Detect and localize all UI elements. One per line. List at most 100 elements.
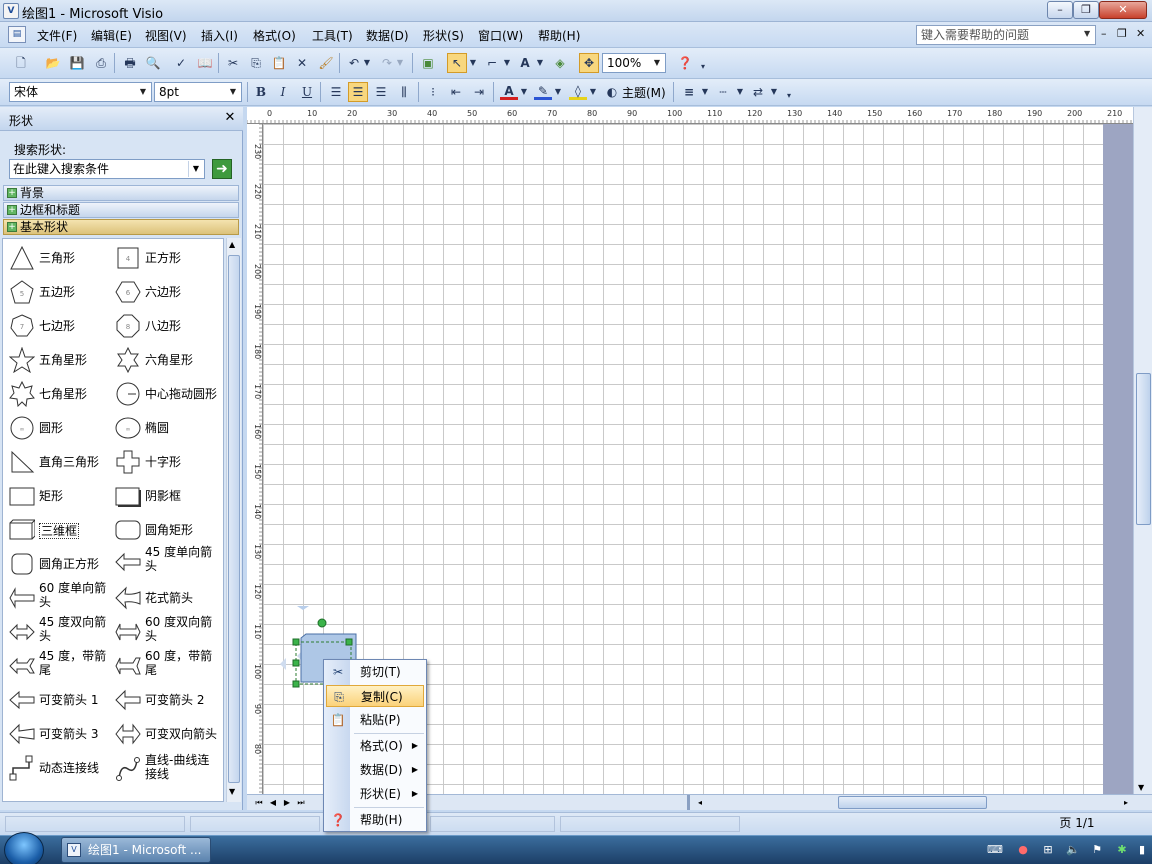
resize-handle[interactable] (297, 606, 309, 610)
shape-arrow-60-single[interactable]: 60 度单向箭头 (9, 581, 109, 613)
menu-file[interactable]: 文件(F) (37, 27, 77, 44)
shape-star5[interactable]: 五角星形 (9, 347, 109, 375)
close-icon[interactable]: ✕ (222, 110, 238, 126)
menu-item-copy[interactable]: ⎘ 复制(C) (326, 685, 424, 707)
doc-close-button[interactable]: ✕ (1136, 27, 1145, 40)
bold-button[interactable]: B (252, 83, 270, 101)
chevron-down-icon[interactable]: ▼ (468, 54, 478, 72)
theme-icon[interactable]: ◐ (603, 83, 621, 101)
text-tool-icon[interactable]: A (516, 54, 534, 72)
keyboard-icon[interactable]: ⌨ (987, 843, 1003, 857)
menu-data[interactable]: 数据(D) (366, 27, 409, 44)
last-page-icon[interactable]: ⏭ (294, 796, 308, 809)
bullets-icon[interactable]: ⁝ (424, 83, 442, 101)
chevron-down-icon[interactable]: ▼ (535, 54, 545, 72)
chevron-down-icon[interactable]: ▼ (188, 161, 203, 177)
shape-arrow-45-double[interactable]: 45 度双向箭头 (9, 615, 109, 647)
horizontal-ruler[interactable]: 0 10 20 30 40 50 60 70 80 90 100 110 120 130 140 150 160… (247, 107, 1152, 124)
close-button[interactable]: ✕ (1099, 1, 1147, 19)
shape-3d-box[interactable]: 三维框 (9, 517, 109, 545)
shape-rounded-rectangle[interactable]: 圆角矩形 (115, 517, 221, 545)
italic-button[interactable]: I (274, 83, 292, 101)
shape-triangle[interactable]: 三角形 (9, 245, 109, 273)
decrease-indent-icon[interactable]: ⇤ (447, 83, 465, 101)
chevron-down-icon[interactable]: ▼ (136, 84, 150, 100)
rotation-handle[interactable] (317, 618, 327, 628)
font-name-combo[interactable]: 宋体 ▼ (9, 82, 152, 102)
delete-icon[interactable]: ✕ (293, 54, 311, 72)
fill-color-icon[interactable]: ◊ (569, 82, 587, 100)
next-page-icon[interactable]: ▶ (280, 796, 294, 809)
shape-rounded-square[interactable]: 圆角正方形 (9, 551, 109, 579)
first-page-icon[interactable]: ⏮ (252, 796, 266, 809)
vertical-ruler[interactable]: 230 220 210 200 190 180 170 160 150 140 130 120 110 1… (247, 124, 263, 794)
shape-octagon[interactable]: 8 八边形 (115, 313, 221, 341)
open-folder-icon[interactable]: 📂 (44, 54, 62, 72)
shape-pentagon[interactable]: 5 五边形 (9, 279, 109, 307)
shape-ellipse[interactable]: ∞ 椭圆 (115, 415, 221, 443)
redo-icon[interactable]: ↷ (378, 54, 396, 72)
shape-star6[interactable]: 六角星形 (115, 347, 221, 375)
permission-icon[interactable]: ⎙ (92, 54, 110, 72)
doc-minimize-button[interactable]: – (1101, 27, 1107, 40)
chevron-down-icon[interactable]: ▼ (650, 55, 664, 71)
security-icon[interactable]: ● (1016, 843, 1030, 857)
shape-right-triangle[interactable]: 直角三角形 (9, 449, 109, 477)
menu-item-paste[interactable]: 📋 粘贴(P) (326, 709, 424, 731)
menu-view[interactable]: 视图(V) (145, 27, 187, 44)
shapes-window-icon[interactable]: ▣ (419, 54, 437, 72)
shape-variable-arrow-1[interactable]: 可变箭头 1 (9, 687, 109, 715)
selection-handle[interactable] (292, 638, 300, 646)
menu-item-format[interactable]: 格式(O) ▶ (326, 735, 424, 757)
shapes-scrollbar[interactable]: ▲ ▼ (226, 238, 241, 802)
chevron-down-icon[interactable]: ▼ (502, 54, 512, 72)
shape-arrow-60-double[interactable]: 60 度双向箭头 (115, 615, 221, 647)
shape-center-circle[interactable]: 中心拖动圆形 (115, 381, 221, 409)
underline-button[interactable]: U (298, 83, 316, 101)
shape-arrow-45-single[interactable]: 45 度单向箭头 (115, 545, 221, 577)
save-icon[interactable]: 💾 (68, 54, 86, 72)
flag-icon[interactable]: ⚑ (1090, 843, 1104, 857)
visio-icon[interactable]: V (3, 3, 19, 19)
scroll-down-icon[interactable]: ▼ (1138, 783, 1144, 792)
menu-tools[interactable]: 工具(T) (312, 27, 353, 44)
shape-shadow-box[interactable]: 阴影框 (115, 483, 221, 511)
research-icon[interactable]: 📖 (196, 54, 214, 72)
stencil-basic-shapes[interactable]: + 基本形状 (3, 219, 239, 235)
shape-rectangle[interactable]: 矩形 (9, 483, 109, 511)
font-size-combo[interactable]: 8pt ▼ (154, 82, 242, 102)
print-preview-icon[interactable]: 🔍 (144, 54, 162, 72)
chevron-down-icon[interactable]: ▼ (553, 83, 563, 101)
align-left-icon[interactable]: ☰ (327, 83, 345, 101)
print-icon[interactable]: 🖶 (121, 54, 139, 72)
shape-arrow-60-tail[interactable]: 60 度，带箭尾 (115, 649, 221, 681)
menu-item-help[interactable]: ❓ 帮助(H) (326, 809, 424, 831)
chevron-down-icon[interactable]: ▼ (362, 54, 372, 72)
chevron-down-icon[interactable]: ▼ (1084, 27, 1094, 41)
increase-indent-icon[interactable]: ⇥ (470, 83, 488, 101)
chevron-down-icon[interactable]: ▼ (735, 83, 745, 101)
shape-heptagon[interactable]: 7 七边形 (9, 313, 109, 341)
windows-start-button[interactable] (4, 832, 44, 864)
scroll-down-icon[interactable]: ▼ (229, 787, 235, 796)
chevron-down-icon[interactable]: ▼ (395, 54, 405, 72)
chevron-down-icon[interactable]: ▼ (769, 83, 779, 101)
chevron-down-icon[interactable]: ▼ (519, 83, 529, 101)
search-shapes-input[interactable]: 在此键入搜索条件 (9, 159, 205, 179)
scroll-left-icon[interactable]: ◂ (693, 796, 707, 809)
menu-item-data[interactable]: 数据(D) ▶ (326, 759, 424, 781)
scroll-up-icon[interactable]: ▲ (229, 240, 235, 249)
stamp-tool-icon[interactable]: ◈ (551, 54, 569, 72)
copy-icon[interactable]: ⎘ (247, 54, 265, 72)
theme-button[interactable]: 主题(M) (622, 84, 666, 101)
prev-page-icon[interactable]: ◀ (266, 796, 280, 809)
pointer-tool-icon[interactable]: ↖ (447, 53, 467, 73)
taskbar-visio-button[interactable]: V 绘图1 - Microsoft ... (61, 837, 211, 863)
shape-variable-arrow-3[interactable]: 可变箭头 3 (9, 721, 109, 749)
shape-line-curve-connector[interactable]: 直线-曲线连接线 (115, 753, 221, 785)
show-desktop-icon[interactable]: ▮ (1135, 843, 1149, 857)
doc-restore-button[interactable]: ❐ (1117, 27, 1127, 40)
paste-icon[interactable]: 📋 (270, 54, 288, 72)
menu-shape[interactable]: 形状(S) (423, 27, 464, 44)
chevron-down-icon[interactable]: ▼ (588, 83, 598, 101)
